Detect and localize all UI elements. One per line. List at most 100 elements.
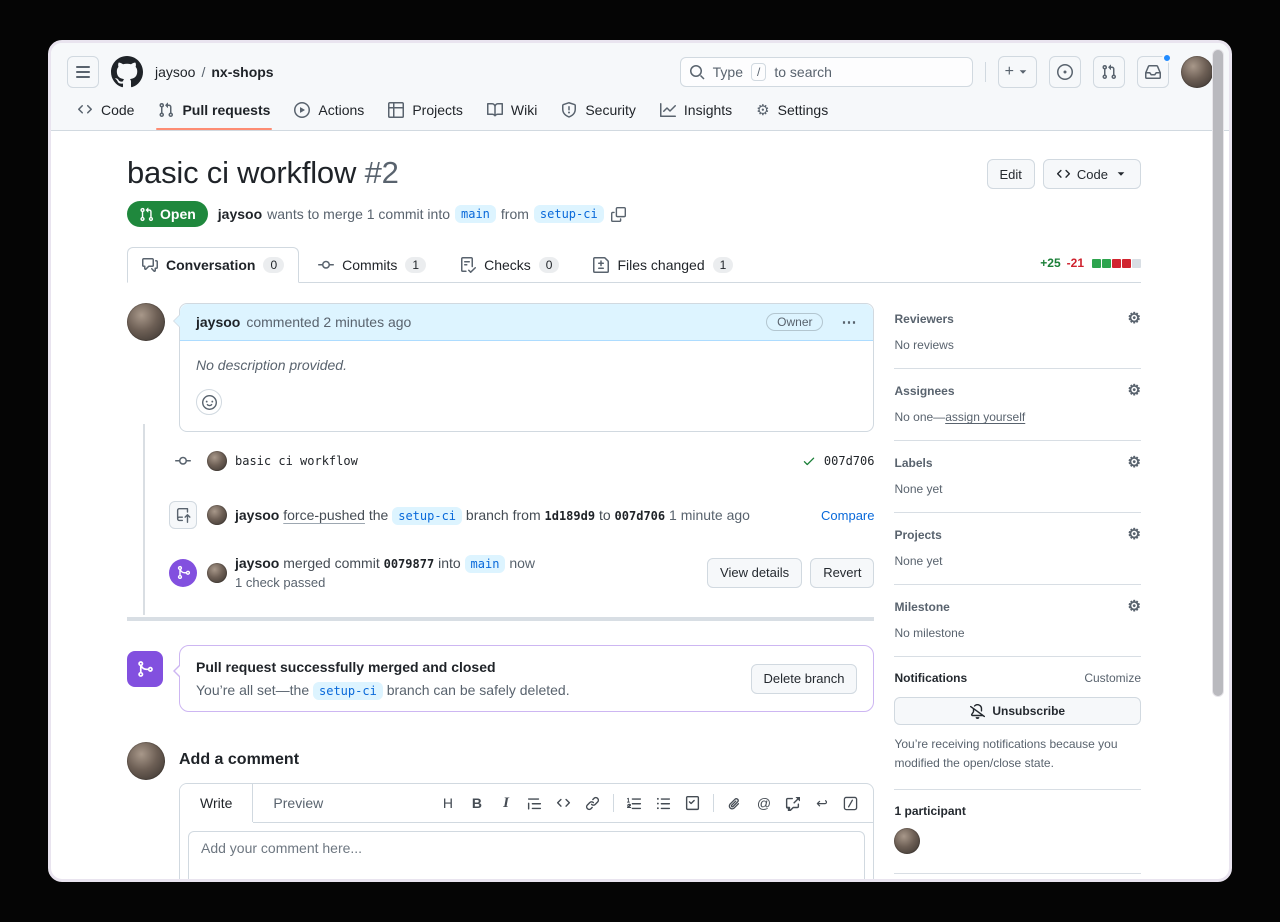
tab-conversation[interactable]: Conversation 0	[127, 247, 299, 283]
bell-slash-icon	[970, 704, 985, 719]
commit-message[interactable]: basic ci workflow	[235, 454, 358, 468]
issues-button[interactable]	[1049, 56, 1081, 88]
cross-reference-icon	[785, 796, 800, 811]
quote-button[interactable]	[520, 789, 549, 818]
pr-summary: jaysoo wants to merge 1 commit into main…	[218, 205, 626, 223]
diff-block-add	[1092, 259, 1101, 268]
nav-tab-security[interactable]: Security	[551, 94, 646, 130]
nav-tab-settings[interactable]: ⚙ Settings	[746, 94, 838, 130]
copy-branch-icon[interactable]	[611, 207, 626, 222]
diffstat[interactable]: +25 -21	[1040, 256, 1141, 282]
section-value: None yet	[894, 482, 1141, 496]
breadcrumb-repo[interactable]: nx-shops	[211, 64, 273, 80]
nav-tab-code[interactable]: Code	[67, 94, 144, 130]
gear-icon[interactable]: ⚙	[1128, 527, 1141, 542]
nav-tab-insights[interactable]: Insights	[650, 94, 742, 130]
git-merge-icon	[169, 559, 197, 587]
gear-icon[interactable]: ⚙	[1128, 455, 1141, 470]
kebab-menu-icon[interactable]: ⋯	[841, 313, 857, 331]
comment-author-avatar[interactable]	[127, 303, 165, 341]
italic-button[interactable]: I	[491, 789, 520, 818]
section-value: None yet	[894, 554, 1141, 568]
head-branch-chip[interactable]: setup-ci	[313, 682, 383, 700]
base-branch-chip[interactable]: main	[465, 555, 506, 573]
mention-button[interactable]: @	[749, 789, 778, 818]
unsubscribe-button[interactable]: Unsubscribe	[894, 697, 1141, 725]
participant-avatar[interactable]	[894, 828, 920, 854]
pr-author[interactable]: jaysoo	[218, 206, 262, 222]
customize-link[interactable]: Customize	[1084, 671, 1141, 685]
create-new-button[interactable]: +	[998, 56, 1037, 88]
head-branch-chip[interactable]: setup-ci	[534, 205, 604, 223]
tab-checks[interactable]: Checks 0	[445, 247, 574, 283]
merge-commit-sha[interactable]: 0079877	[384, 557, 435, 571]
bold-button[interactable]: B	[462, 789, 491, 818]
link-button[interactable]	[578, 789, 607, 818]
vertical-scrollbar[interactable]	[1213, 50, 1223, 696]
pull-requests-button[interactable]	[1093, 56, 1125, 88]
inbox-button[interactable]	[1137, 56, 1169, 88]
gear-icon[interactable]: ⚙	[1128, 311, 1141, 326]
base-branch-chip[interactable]: main	[455, 205, 496, 223]
github-logo-icon[interactable]	[111, 56, 143, 88]
code-button[interactable]	[549, 789, 578, 818]
hamburger-menu-button[interactable]	[67, 56, 99, 88]
nav-tab-projects[interactable]: Projects	[378, 94, 473, 130]
tab-write[interactable]: Write	[180, 784, 253, 822]
commit-author-avatar[interactable]	[207, 451, 227, 471]
sidebar-section-labels: Labels ⚙ None yet	[894, 441, 1141, 513]
nav-tab-pull-requests[interactable]: Pull requests	[148, 94, 280, 130]
slash-commands-button[interactable]	[836, 789, 865, 818]
bullet-list-button[interactable]	[649, 789, 678, 818]
merge-status-section: Pull request successfully merged and clo…	[127, 645, 874, 712]
edit-button[interactable]: Edit	[987, 159, 1035, 189]
code-dropdown-button[interactable]: Code	[1043, 159, 1141, 189]
pr-state-badge: Open	[127, 201, 208, 227]
event-author-avatar[interactable]	[207, 563, 227, 583]
comment-author[interactable]: jaysoo	[196, 314, 240, 330]
force-push-action[interactable]: force-pushed	[283, 507, 365, 523]
breadcrumb-owner[interactable]: jaysoo	[155, 64, 195, 80]
tab-counter: 1	[405, 257, 426, 273]
tab-preview[interactable]: Preview	[253, 784, 343, 822]
nav-tab-actions[interactable]: Actions	[284, 94, 374, 130]
saved-replies-button[interactable]: ↩	[807, 789, 836, 818]
repo-nav: Code Pull requests Actions Projects Wiki…	[67, 94, 1213, 130]
revert-button[interactable]: Revert	[810, 558, 874, 588]
checks-passed-link[interactable]: 1 check passed	[235, 575, 535, 590]
task-list-button[interactable]	[678, 789, 707, 818]
nav-tab-label: Wiki	[511, 102, 537, 118]
sidebar-section-notifications: Notifications Customize Unsubscribe You’…	[894, 657, 1141, 790]
add-reaction-button[interactable]	[196, 389, 222, 415]
check-icon[interactable]	[802, 454, 816, 468]
compare-link[interactable]: Compare	[821, 508, 874, 523]
attach-file-button[interactable]	[720, 789, 749, 818]
delete-branch-button[interactable]: Delete branch	[751, 664, 858, 694]
toolbar-divider	[613, 794, 614, 812]
pr-summary-text: wants to merge 1 commit into	[267, 206, 450, 222]
tab-label: Files changed	[617, 257, 704, 273]
tab-files-changed[interactable]: Files changed 1	[578, 247, 748, 283]
numbered-list-button[interactable]	[620, 789, 649, 818]
event-author-avatar[interactable]	[207, 505, 227, 525]
comment-textarea[interactable]	[188, 831, 865, 882]
assign-yourself-link[interactable]: assign yourself	[945, 410, 1025, 424]
gear-icon[interactable]: ⚙	[1128, 599, 1141, 614]
view-details-button[interactable]: View details	[707, 558, 802, 588]
nav-tab-wiki[interactable]: Wiki	[477, 94, 547, 130]
gear-icon[interactable]: ⚙	[1128, 383, 1141, 398]
event-author[interactable]: jaysoo	[235, 555, 279, 571]
user-avatar[interactable]	[1181, 56, 1213, 88]
search-input[interactable]: Type / to search	[680, 57, 973, 87]
diff-block-del	[1112, 259, 1121, 268]
comment-textarea-wrap	[188, 831, 865, 882]
head-branch-chip[interactable]: setup-ci	[392, 507, 462, 525]
tab-commits[interactable]: Commits 1	[303, 247, 441, 283]
commit-sha[interactable]: 007d706	[824, 454, 875, 468]
git-commit-icon	[169, 447, 197, 475]
cross-reference-button[interactable]	[778, 789, 807, 818]
heading-button[interactable]: H	[433, 789, 462, 818]
event-author[interactable]: jaysoo	[235, 507, 279, 523]
lock-conversation-button[interactable]: Lock conversation	[894, 874, 1141, 882]
section-value: No reviews	[894, 338, 1141, 352]
